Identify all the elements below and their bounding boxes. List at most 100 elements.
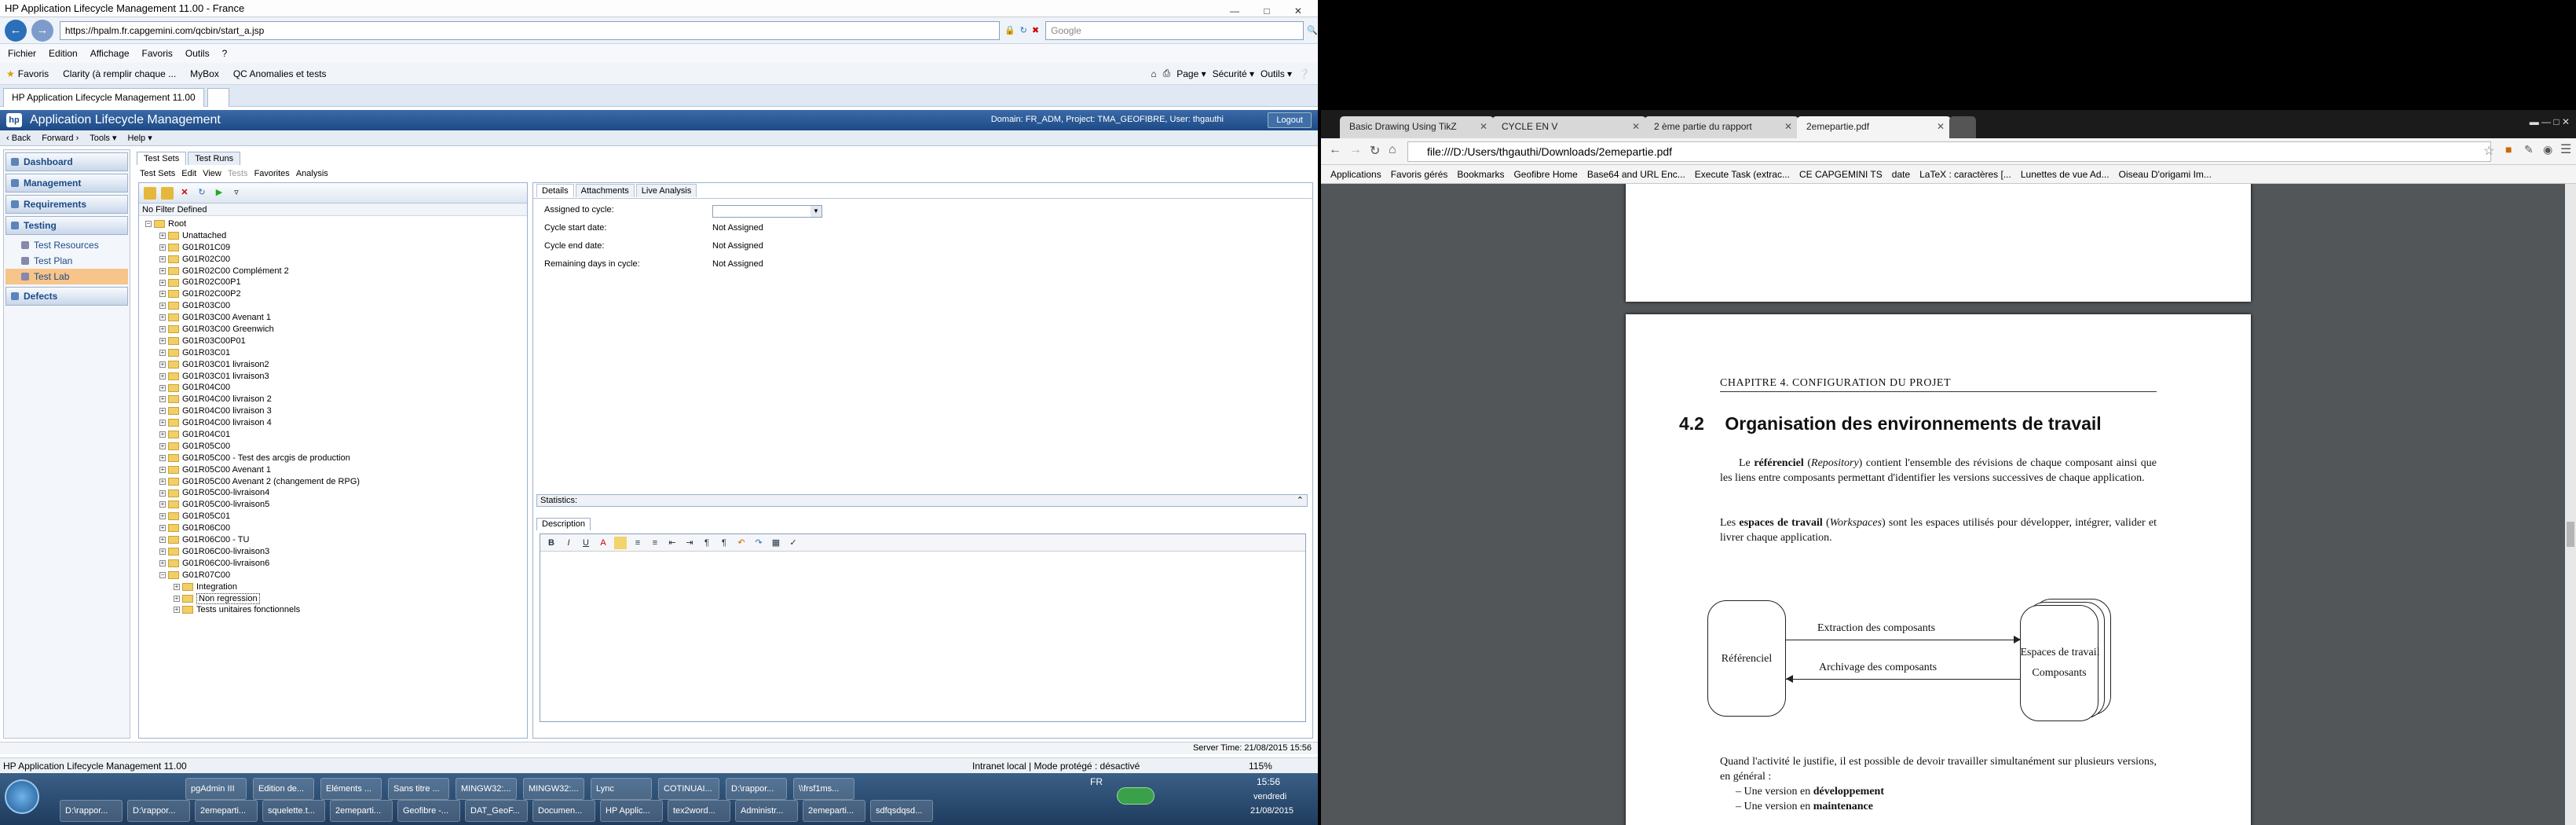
tree-node[interactable]: + G01R04C00 livraison 3 xyxy=(139,405,527,417)
tree-node[interactable]: + G01R05C00 Avenant 1 xyxy=(139,464,527,476)
expand-icon[interactable]: + xyxy=(159,431,166,438)
back-icon[interactable]: ← xyxy=(5,19,27,42)
expand-icon[interactable]: + xyxy=(159,267,166,274)
expand-icon[interactable]: + xyxy=(159,372,166,380)
home-icon[interactable]: ⌂ xyxy=(1151,68,1156,79)
tree-node[interactable]: + G01R04C01 xyxy=(139,429,527,441)
tree-node[interactable]: + G01R03C00 Greenwich xyxy=(139,324,527,336)
cycle-select[interactable]: ▼ xyxy=(712,205,822,218)
sidebar-defects[interactable]: Defects xyxy=(5,287,128,306)
tree-node[interactable]: + G01R02C00P1 xyxy=(139,277,527,288)
taskbar-button[interactable]: 2emeparti... xyxy=(330,800,393,822)
refresh-icon[interactable]: ↻ xyxy=(196,187,208,200)
bookmark-latex[interactable]: LaTeX : caractères [... xyxy=(1919,169,2011,180)
taskbar-button[interactable]: D:\rappor... xyxy=(127,800,190,822)
taskbar-button[interactable]: MINGW32:... xyxy=(523,778,584,800)
tree-node[interactable]: + Non regression xyxy=(139,592,527,605)
bookmark-base64[interactable]: Base64 and URL Enc... xyxy=(1587,169,1685,180)
collapse-icon[interactable]: − xyxy=(159,571,166,578)
menu-affichage[interactable]: Affichage xyxy=(90,48,130,59)
tab-live-analysis[interactable]: Live Analysis xyxy=(635,184,697,197)
expand-icon[interactable]: + xyxy=(159,537,166,544)
zoom-level[interactable]: 115% xyxy=(1249,761,1272,772)
description-tab[interactable]: Description xyxy=(536,518,591,530)
favorites-button[interactable]: Favoris xyxy=(18,68,49,79)
search-input[interactable]: Google xyxy=(1045,20,1304,40)
expand-icon[interactable]: + xyxy=(159,454,166,461)
tree-node[interactable]: + G01R06C00 - TU xyxy=(139,534,527,546)
url-input[interactable]: https://hpalm.fr.capgemini.com/qcbin/sta… xyxy=(59,20,1000,40)
battery-icon[interactable] xyxy=(1117,787,1154,805)
taskbar-button[interactable]: Eléments ... xyxy=(320,778,382,800)
filter-icon[interactable]: ▿ xyxy=(230,187,243,200)
help-icon[interactable]: ❔ xyxy=(1298,68,1310,79)
menu-analysis[interactable]: Analysis xyxy=(296,169,328,178)
taskbar-button[interactable]: D:\rappor... xyxy=(60,800,123,822)
expand-icon[interactable]: + xyxy=(159,408,166,415)
tree-node[interactable]: + G01R05C01 xyxy=(139,511,527,522)
bookmark-applications[interactable]: Applications xyxy=(1330,169,1381,180)
security-menu[interactable]: Sécurité ▾ xyxy=(1213,68,1254,79)
bold-icon[interactable]: B xyxy=(545,537,558,549)
expand-icon[interactable]: + xyxy=(159,349,166,356)
forward-icon[interactable]: → xyxy=(31,19,53,42)
start-button[interactable] xyxy=(5,779,39,814)
statistics-bar[interactable]: Statistics: ⌃ xyxy=(536,494,1308,507)
tree-node[interactable]: + G01R05C00 Avenant 2 (changement de RPG) xyxy=(139,476,527,488)
pdf-scrollbar[interactable] xyxy=(2565,184,2576,825)
window-controls[interactable]: ▬ — □ ✕ xyxy=(2530,116,2570,127)
chrome-tab-gmail[interactable]: 2 ème partie du rapport ✕ xyxy=(1645,116,1798,138)
sidebar-dashboard[interactable]: Dashboard xyxy=(5,152,128,171)
taskbar-button[interactable]: Edition de... xyxy=(253,778,314,800)
logout-button[interactable]: Logout xyxy=(1268,112,1312,128)
expand-icon[interactable]: + xyxy=(159,466,166,473)
description-editor[interactable]: B I U A ≡ ≡ ⇤ ⇥ ¶ ¶ ↶ ↷ ▦ ✓ xyxy=(540,534,1306,722)
tree-node[interactable]: + G01R05C00 xyxy=(139,441,527,453)
tree-node[interactable]: + G01R02C00 xyxy=(139,254,527,266)
undo-icon[interactable]: ↶ xyxy=(735,537,748,549)
spellcheck-icon[interactable]: ✓ xyxy=(787,537,800,549)
lock-icon[interactable]: 🔒 xyxy=(1004,25,1015,35)
menu-fichier[interactable]: Fichier xyxy=(8,48,36,59)
chrome-tab-tikz[interactable]: Basic Drawing Using TikZ ✕ xyxy=(1340,116,1494,138)
search-icon[interactable]: 🔍 xyxy=(1307,25,1318,35)
expand-icon[interactable]: + xyxy=(159,525,166,532)
tree-node[interactable]: + G01R03C00P01 xyxy=(139,336,527,347)
redo-icon[interactable]: ↷ xyxy=(752,537,765,549)
collapse-icon[interactable]: − xyxy=(145,221,152,228)
menu-edit[interactable]: Edit xyxy=(181,169,196,178)
taskbar-button[interactable]: \\frsf1ms... xyxy=(793,778,854,800)
help-button[interactable]: Help ▾ xyxy=(128,133,152,143)
expand-icon[interactable]: + xyxy=(159,420,166,427)
forward-icon[interactable]: → xyxy=(1349,143,1362,157)
tree-node[interactable]: + G01R04C00 livraison 2 xyxy=(139,394,527,405)
tree-node[interactable]: + G01R02C00P2 xyxy=(139,288,527,300)
taskbar-button[interactable]: squelette.t... xyxy=(262,800,325,822)
tree-node[interactable]: + G01R05C00-livraison4 xyxy=(139,487,527,499)
taskbar-button[interactable]: tex2word... xyxy=(668,800,730,822)
tree-node[interactable]: + G01R06C00 xyxy=(139,522,527,534)
tree-node[interactable]: + G01R03C01 livraison3 xyxy=(139,371,527,383)
menu-tests[interactable]: Tests xyxy=(228,169,248,178)
expand-icon[interactable]: + xyxy=(159,478,166,485)
bullet-list-icon[interactable]: ≡ xyxy=(631,537,644,549)
taskbar-button[interactable]: MINGW32:... xyxy=(456,778,517,800)
taskbar-button[interactable]: 2emeparti... xyxy=(195,800,258,822)
new-tab-button[interactable] xyxy=(207,87,229,107)
tree-node[interactable]: + G01R03C00 xyxy=(139,300,527,312)
ltr-icon[interactable]: ¶ xyxy=(701,537,713,549)
language-indicator[interactable]: FR xyxy=(1090,776,1103,787)
scroll-thumb[interactable] xyxy=(2567,522,2574,547)
refresh-icon[interactable]: ↻ xyxy=(1020,25,1027,35)
expand-icon[interactable]: + xyxy=(159,396,166,403)
print-icon[interactable]: ⎙ xyxy=(1163,68,1171,79)
highlight-icon[interactable] xyxy=(614,536,627,549)
bookmark-geofibre[interactable]: Geofibre Home xyxy=(1513,169,1577,180)
fav-clarity[interactable]: Clarity (à remplir chaque ... xyxy=(63,68,176,79)
bookmark-origami[interactable]: Oiseau D'origami Im... xyxy=(2119,169,2212,180)
run-icon[interactable]: ▶ xyxy=(213,187,225,200)
indent-icon[interactable]: ⇥ xyxy=(683,537,696,549)
fav-mybox[interactable]: MyBox xyxy=(190,68,219,79)
reload-icon[interactable]: ↻ xyxy=(1370,143,1380,159)
close-icon[interactable]: ✕ xyxy=(1937,116,1945,137)
